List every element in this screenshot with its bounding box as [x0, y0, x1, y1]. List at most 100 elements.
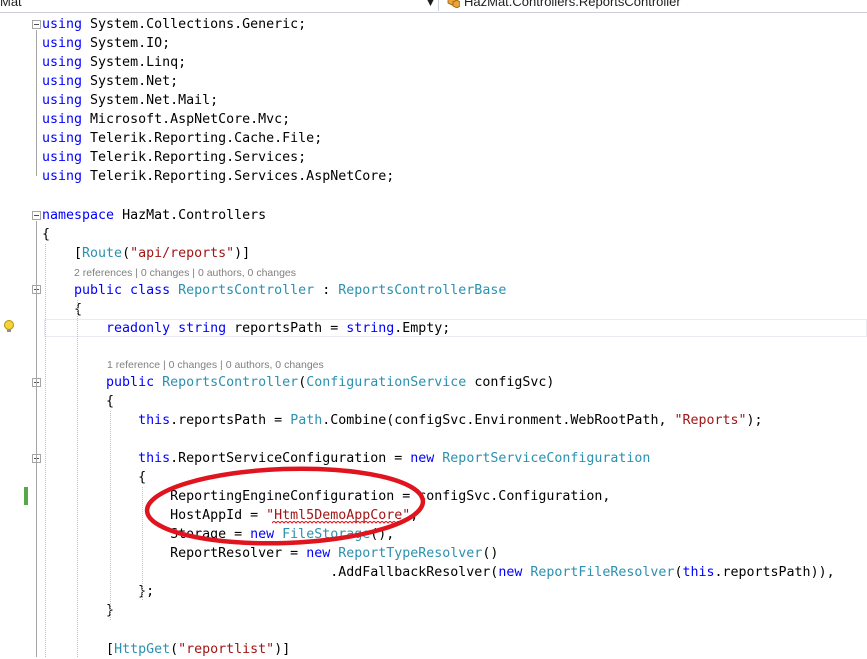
code-line: using Microsoft.AspNetCore.Mvc;	[42, 110, 290, 129]
type-dropdown-label: HazMat.Controllers.ReportsController	[464, 0, 681, 9]
code-token: System.Net.Mail;	[82, 93, 219, 108]
code-token: "api/reports"	[130, 246, 235, 261]
code-token: );	[746, 413, 763, 428]
code-token: ConfigurationService	[306, 375, 467, 390]
code-token: ReportsController	[178, 283, 315, 298]
indent-guide	[110, 411, 111, 620]
chevron-down-icon: ▼	[427, 0, 434, 8]
code-token: }	[42, 603, 115, 618]
code-token: configSvc)	[466, 375, 555, 390]
code-token: using	[42, 93, 83, 108]
code-token: )]	[274, 642, 291, 657]
code-line: {	[42, 468, 146, 487]
code-token: Route	[82, 246, 123, 261]
code-line: };	[42, 582, 154, 601]
code-line: using Telerik.Reporting.Services;	[42, 148, 306, 167]
current-line-highlight	[44, 319, 867, 337]
code-token: ReportsControllerBase	[338, 283, 507, 298]
code-token: public class	[42, 283, 179, 298]
indent-guide	[45, 244, 46, 657]
code-token: this	[682, 565, 715, 580]
code-token: .Combine(configSvc.Environment.WebRootPa…	[322, 413, 675, 428]
project-dropdown-label: Mat	[0, 0, 22, 9]
code-token: Telerik.Reporting.Services;	[82, 150, 307, 165]
codelens-info[interactable]: 2 references | 0 changes | 0 authors, 0 …	[74, 266, 296, 280]
code-token: Microsoft.AspNetCore.Mvc;	[82, 112, 291, 127]
outline-line	[36, 30, 37, 176]
code-token: ReportServiceConfiguration	[442, 451, 651, 466]
code-line: using System.Collections.Generic;	[42, 15, 306, 34]
code-token: {	[42, 394, 115, 409]
code-line: {	[42, 225, 50, 244]
code-token: "reportlist"	[178, 642, 275, 657]
code-line: this.reportsPath = Path.Combine(configSv…	[42, 411, 763, 430]
code-token: .reportsPath =	[170, 413, 291, 428]
code-token: using	[42, 55, 83, 70]
code-token: using	[42, 150, 83, 165]
code-token: using	[42, 112, 83, 127]
code-token: using	[42, 17, 83, 32]
collapse-using-block-icon[interactable]	[32, 20, 41, 29]
code-token: HttpGet	[114, 642, 171, 657]
code-token: System.Net;	[82, 74, 179, 89]
code-token: (	[298, 375, 307, 390]
code-line: public class ReportsController : Reports…	[42, 281, 506, 300]
code-token: ReportFileResolver	[530, 565, 675, 580]
code-token: using	[42, 36, 83, 51]
code-token: this	[42, 451, 171, 466]
code-token: ReportingEngineConfiguration = configSvc…	[42, 489, 611, 504]
code-token: new	[306, 546, 339, 561]
code-token: (	[122, 246, 131, 261]
code-token: {	[42, 227, 51, 242]
code-line: using System.Linq;	[42, 53, 186, 72]
code-line: Storage = new FileStorage(),	[42, 525, 394, 544]
code-token: HazMat.Controllers	[114, 208, 267, 223]
code-token: (	[170, 642, 179, 657]
collapse-namespace-icon[interactable]	[32, 211, 41, 220]
code-line: using System.IO;	[42, 34, 170, 53]
code-token: System.IO;	[82, 36, 171, 51]
code-token: Storage =	[42, 527, 251, 542]
indent-guide	[77, 300, 78, 657]
code-token: FileStorage	[282, 527, 371, 542]
code-token: System.Linq;	[82, 55, 187, 70]
codelens-info[interactable]: 1 reference | 0 changes | 0 authors, 0 c…	[107, 358, 324, 372]
code-line: this.ReportServiceConfiguration = new Re…	[42, 449, 650, 468]
type-dropdown[interactable]: HazMat.Controllers.ReportsController	[440, 0, 867, 11]
code-token: };	[42, 584, 155, 599]
code-token: [	[42, 642, 115, 657]
project-dropdown[interactable]: Mat ▼	[0, 0, 439, 11]
code-token: new	[498, 565, 531, 580]
code-token: HostAppId =	[42, 508, 267, 523]
code-line: [Route("api/reports")]	[42, 244, 250, 263]
code-token: new	[250, 527, 283, 542]
code-line: .AddFallbackResolver(new ReportFileResol…	[42, 563, 834, 582]
code-token: System.Collections.Generic;	[82, 17, 307, 32]
code-token: using	[42, 74, 83, 89]
code-token: :	[314, 283, 339, 298]
code-line: public ReportsController(ConfigurationSe…	[42, 373, 554, 392]
code-token: Path	[290, 413, 323, 428]
code-line: {	[42, 392, 114, 411]
code-token: ReportTypeResolver	[338, 546, 483, 561]
outline-line	[36, 464, 37, 600]
code-token: ReportsController	[162, 375, 299, 390]
code-token: .ReportServiceConfiguration =	[170, 451, 411, 466]
code-token: (),	[370, 527, 395, 542]
code-line: using Telerik.Reporting.Cache.File;	[42, 129, 322, 148]
code-line: }	[42, 601, 114, 620]
code-token: {	[42, 470, 147, 485]
code-token: ,	[410, 508, 419, 523]
code-line: [HttpGet("reportlist")]	[42, 640, 290, 659]
code-token: namespace	[42, 208, 115, 223]
code-token: public	[42, 375, 163, 390]
code-token: using	[42, 169, 83, 184]
code-token: this	[42, 413, 171, 428]
code-line: using System.Net.Mail;	[42, 91, 218, 110]
code-token: )]	[234, 246, 251, 261]
code-token: [	[42, 246, 83, 261]
navigation-bar: Mat ▼ HazMat.Controllers.ReportsControll…	[0, 0, 867, 13]
code-token: new	[410, 451, 443, 466]
code-token: Telerik.Reporting.Cache.File;	[82, 131, 323, 146]
class-icon	[447, 0, 460, 8]
